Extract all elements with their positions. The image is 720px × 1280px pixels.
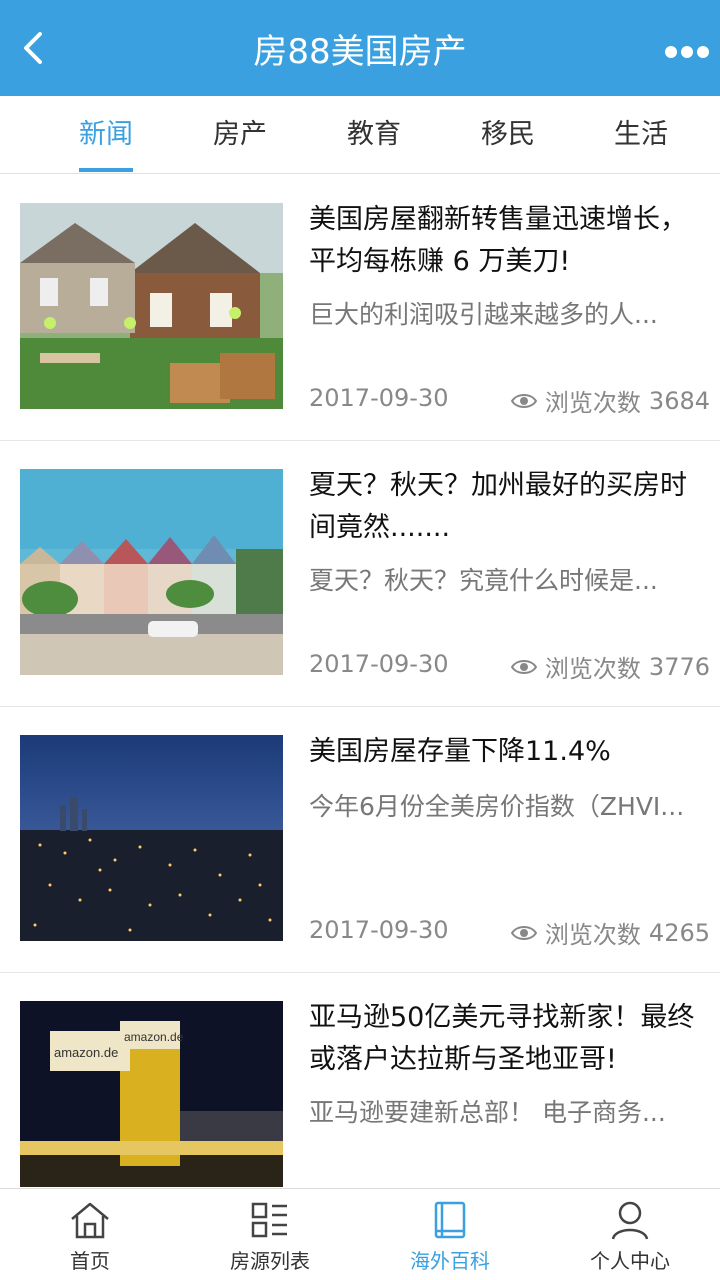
article-thumbnail: amazon.de amazon.de (20, 1001, 283, 1187)
category-tabs: 新闻 房产 教育 移民 生活 (0, 96, 720, 174)
eye-icon (510, 659, 537, 674)
nav-home[interactable]: 首页 (0, 1189, 180, 1280)
nav-label: 海外百科 (410, 1249, 490, 1273)
tab-property[interactable]: 房产 (190, 96, 290, 174)
article-item[interactable]: amazon.de amazon.de 亚马逊50亿美元寻找新家！最终或落户达拉… (0, 973, 720, 1187)
article-views: 浏览次数 3684 (510, 383, 710, 418)
eye-icon (510, 925, 537, 940)
article-thumbnail (20, 203, 283, 409)
article-item[interactable]: 夏天？秋天？加州最好的买房时间竟然....... 夏天？秋天？究竟什么时候是..… (0, 441, 720, 707)
book-icon (434, 1201, 466, 1239)
views-label: 浏览次数 (544, 921, 641, 949)
nav-encyclopedia[interactable]: 海外百科 (360, 1189, 540, 1280)
nav-label: 个人中心 (590, 1249, 670, 1273)
more-button[interactable] (664, 32, 710, 72)
nav-label: 房源列表 (230, 1249, 310, 1273)
article-title[interactable]: 夏天？秋天？加州最好的买房时间竟然....... (309, 465, 709, 549)
eye-icon (510, 393, 537, 408)
amazon-sign-text: amazon.de (54, 1045, 118, 1060)
active-tab-indicator (79, 168, 133, 172)
article-summary: 夏天？秋天？究竟什么时候是... (309, 566, 658, 595)
tab-education[interactable]: 教育 (324, 96, 424, 174)
article-summary: 今年6月份全美房价指数（ZHVI... (309, 792, 685, 821)
nav-profile[interactable]: 个人中心 (540, 1189, 720, 1280)
article-views: 浏览次数 4265 (510, 915, 710, 950)
app-header: 房88美国房产 (0, 0, 720, 96)
amazon-sign-text: amazon.de (124, 1030, 184, 1044)
article-title[interactable]: 美国房屋存量下降11.4% (309, 731, 709, 773)
views-label: 浏览次数 (544, 389, 641, 417)
article-views: 浏览次数 3776 (510, 649, 710, 684)
article-title[interactable]: 亚马逊50亿美元寻找新家！最终或落户达拉斯与圣地亚哥! (309, 997, 709, 1081)
more-dots-icon (665, 46, 709, 58)
views-count: 3776 (648, 652, 710, 681)
views-count: 3684 (648, 386, 710, 415)
article-date: 2017-09-30 (309, 384, 449, 412)
article-summary: 巨大的利润吸引越来越多的人... (309, 300, 658, 329)
tab-immigration[interactable]: 移民 (458, 96, 558, 174)
list-icon (251, 1202, 287, 1238)
article-date: 2017-09-30 (309, 650, 449, 678)
article-item[interactable]: 美国房屋存量下降11.4% 今年6月份全美房价指数（ZHVI... 2017-0… (0, 707, 720, 973)
views-label: 浏览次数 (544, 655, 641, 683)
article-date: 2017-09-30 (309, 916, 449, 944)
tab-life[interactable]: 生活 (591, 96, 691, 174)
home-icon (71, 1202, 109, 1239)
article-summary: 亚马逊要建新总部！ 电子商务... (309, 1098, 666, 1127)
user-icon (611, 1201, 649, 1240)
bottom-navigation: 首页 房源列表 海外百科 个人中心 (0, 1188, 720, 1280)
article-thumbnail (20, 735, 283, 941)
nav-listings[interactable]: 房源列表 (180, 1189, 360, 1280)
tab-news[interactable]: 新闻 (56, 96, 156, 174)
nav-label: 首页 (70, 1249, 110, 1273)
article-title[interactable]: 美国房屋翻新转售量迅速增长，平均每栋赚 6 万美刀! (309, 199, 709, 283)
views-count: 4265 (648, 918, 710, 947)
article-thumbnail (20, 469, 283, 675)
article-item[interactable]: 美国房屋翻新转售量迅速增长，平均每栋赚 6 万美刀! 巨大的利润吸引越来越多的人… (0, 175, 720, 441)
article-list[interactable]: 美国房屋翻新转售量迅速增长，平均每栋赚 6 万美刀! 巨大的利润吸引越来越多的人… (0, 175, 720, 1187)
page-title: 房88美国房产 (253, 32, 467, 72)
